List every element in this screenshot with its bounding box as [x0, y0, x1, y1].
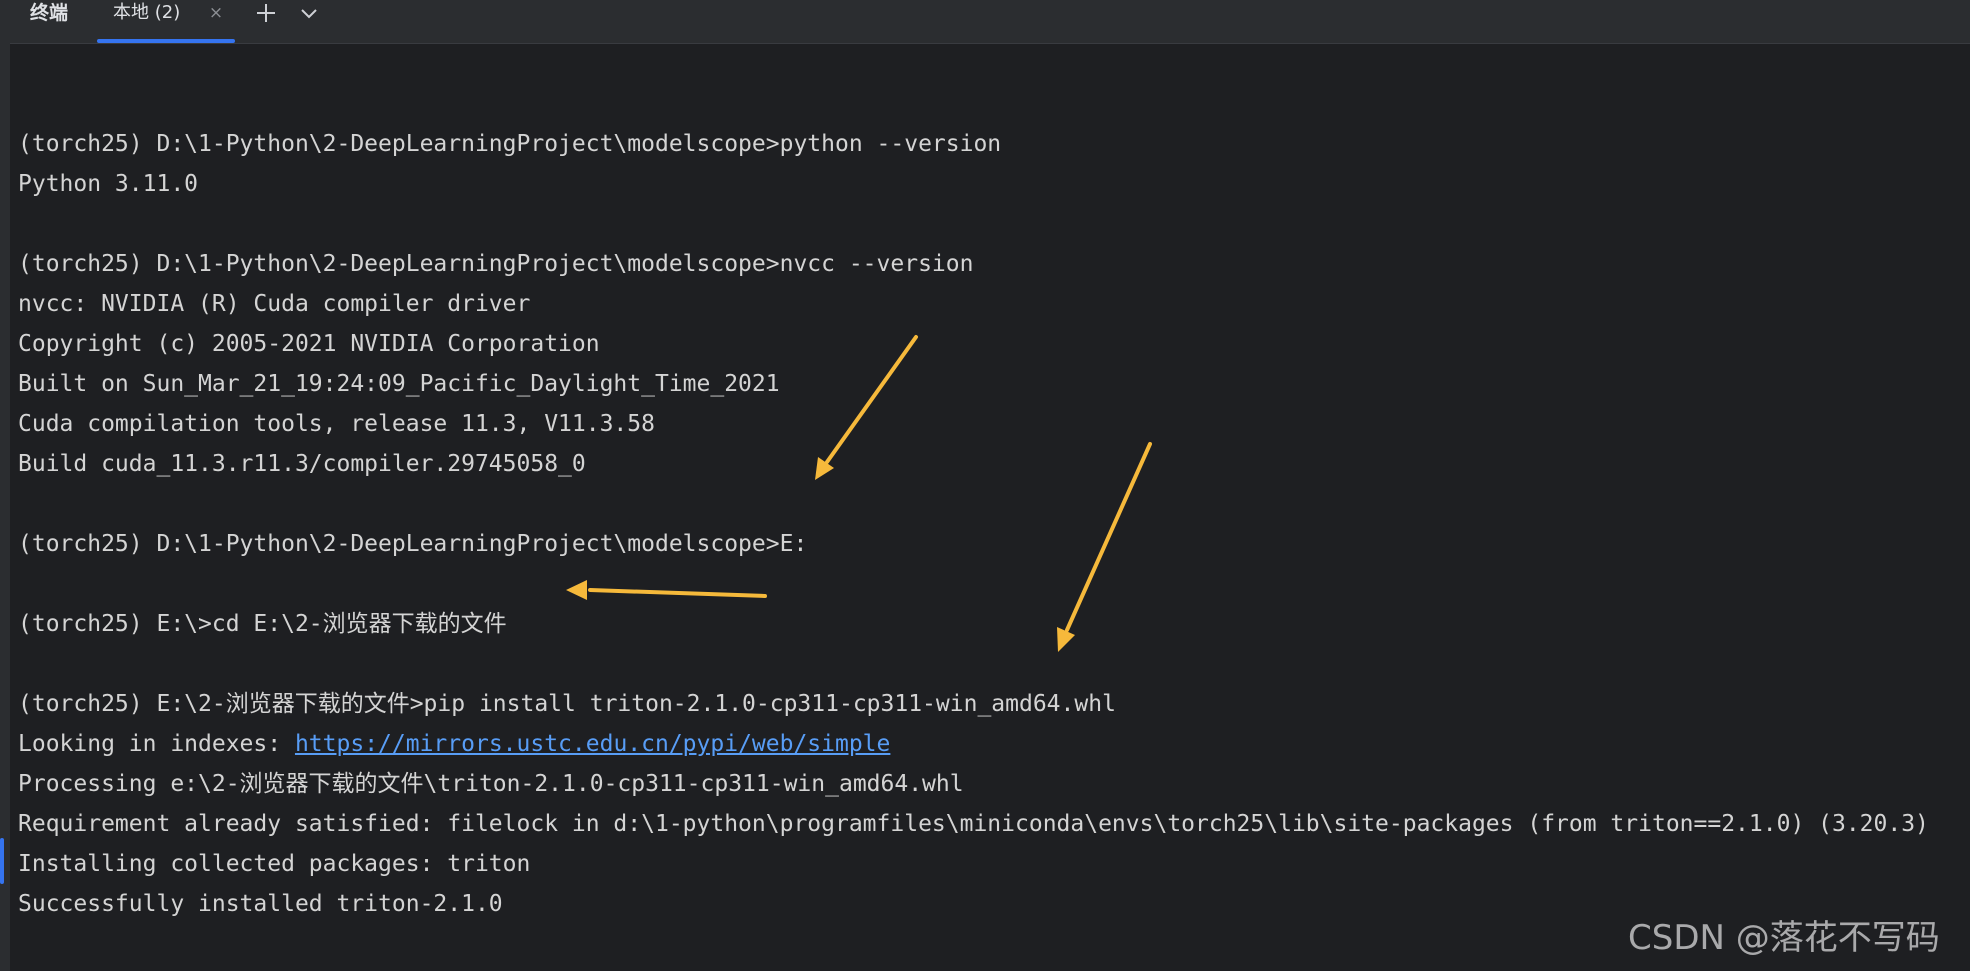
gutter-marker	[0, 838, 4, 884]
terminal-output[interactable]: (torch25) D:\1-Python\2-DeepLearningProj…	[18, 84, 1958, 971]
terminal-line: Copyright (c) 2005-2021 NVIDIA Corporati…	[18, 331, 600, 357]
tab-local-2[interactable]: 本地 (2) ×	[97, 0, 235, 44]
terminal-tab-bar: 终端 本地 (2) ×	[10, 0, 1970, 44]
terminal-line: Looking in indexes: https://mirrors.ustc…	[18, 724, 1958, 764]
terminal-line: Processing e:\2-浏览器下载的文件\triton-2.1.0-cp…	[18, 771, 964, 797]
terminal-line: (torch25) D:\1-Python\2-DeepLearningProj…	[18, 131, 1002, 157]
terminal-line: Python 3.11.0	[18, 171, 199, 197]
terminal-line: (torch25) E:\>cd E:\2-浏览器下载的文件	[18, 611, 507, 637]
watermark: CSDN @落花不写码	[1628, 918, 1940, 958]
tab-label: 本地 (2)	[113, 2, 181, 23]
active-tab-indicator	[97, 39, 235, 43]
terminal-line: Requirement already satisfied: filelock …	[18, 811, 1929, 837]
terminal-line: Built on Sun_Mar_21_19:24:09_Pacific_Day…	[18, 371, 780, 397]
terminal-line: nvcc: NVIDIA (R) Cuda compiler driver	[18, 291, 531, 317]
terminal-line: Cuda compilation tools, release 11.3, V1…	[18, 411, 655, 437]
terminal-line: (torch25) E:\2-浏览器下载的文件>	[18, 964, 1958, 971]
terminal-line: Installing collected packages: triton	[18, 851, 531, 877]
terminal-line: (torch25) D:\1-Python\2-DeepLearningProj…	[18, 251, 974, 277]
plus-icon[interactable]	[252, 0, 280, 26]
terminal-line: Build cuda_11.3.r11.3/compiler.29745058_…	[18, 451, 586, 477]
close-icon[interactable]: ×	[207, 4, 225, 22]
tool-window-title: 终端	[30, 2, 69, 24]
chevron-down-icon[interactable]	[296, 0, 322, 26]
terminal-line: (torch25) D:\1-Python\2-DeepLearningProj…	[18, 531, 808, 557]
index-url-link[interactable]: https://mirrors.ustc.edu.cn/pypi/web/sim…	[295, 731, 890, 757]
terminal-line: (torch25) E:\2-浏览器下载的文件>pip install trit…	[18, 691, 1116, 717]
terminal-line-prefix: Looking in indexes:	[18, 731, 295, 757]
left-gutter	[0, 0, 10, 971]
